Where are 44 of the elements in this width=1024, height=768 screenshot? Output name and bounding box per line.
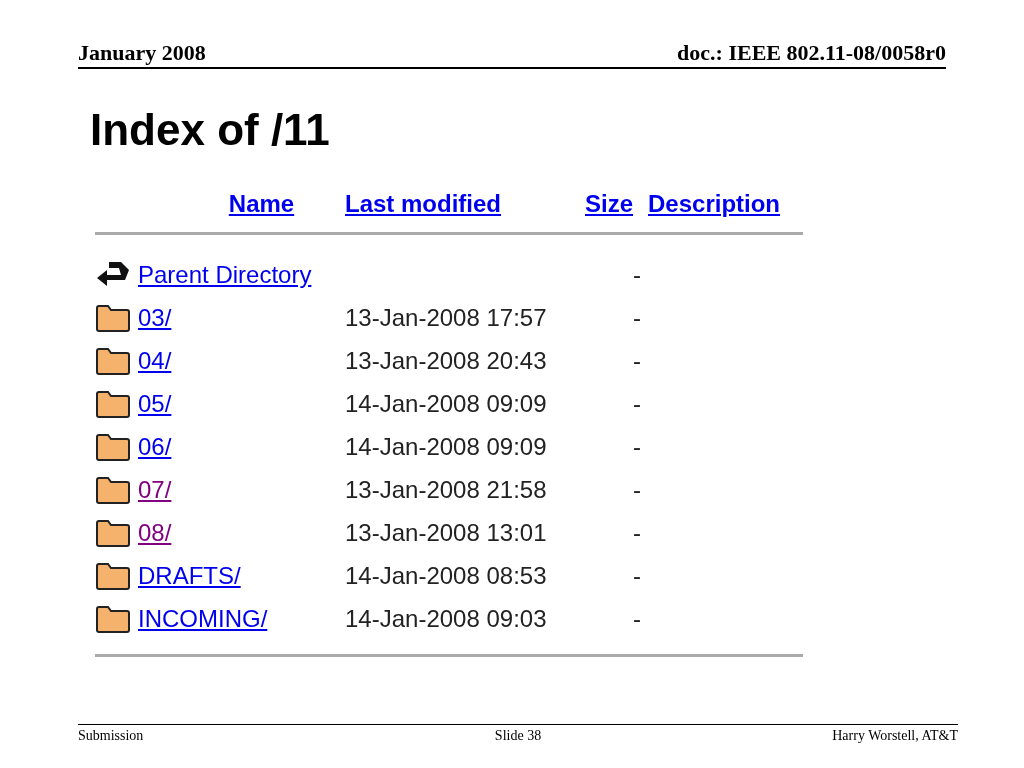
column-header-link[interactable]: Description [648,190,803,232]
modified-date: 14-Jan-2008 08:53 [345,561,547,590]
page-title: Index of /11 [90,104,331,156]
file-size: - [632,604,641,633]
footer-author: Harry Worstell, AT&T [832,728,958,744]
directory-link[interactable]: 08/ [138,518,172,547]
folder-icon [95,518,131,547]
footer-submission: Submission [78,728,145,744]
directory-link[interactable]: 06/ [138,432,172,461]
directory-link[interactable]: 03/ [138,303,172,332]
modified-date: 13-Jan-2008 13:01 [345,518,547,547]
folder-icon [95,432,131,461]
file-size: - [632,389,641,418]
modified-date: 13-Jan-2008 20:43 [345,346,547,375]
file-size: - [632,432,641,461]
document-number: doc.: IEEE 802.11-08/0058r0 [677,40,946,66]
folder-icon [95,389,131,418]
file-size: - [632,475,641,504]
directory-link[interactable]: DRAFTS/ [138,561,241,590]
folder-icon [95,303,131,332]
file-size: - [632,303,641,332]
column-header-link[interactable]: Name [188,190,295,232]
file-size: - [632,260,641,289]
file-size: - [632,561,641,590]
modified-date: 14-Jan-2008 09:09 [345,432,547,461]
directory-link[interactable]: Parent Directory [138,260,312,289]
folder-icon [95,604,131,633]
modified-date: 14-Jan-2008 09:03 [345,604,547,633]
modified-date: 13-Jan-2008 17:57 [345,303,547,332]
column-header-link[interactable]: Last modified [345,190,585,232]
slide-date: January 2008 [78,40,206,66]
modified-date: 13-Jan-2008 21:58 [345,475,547,504]
file-size: - [632,518,641,547]
directory-link[interactable]: 07/ [138,475,172,504]
folder-icon [95,346,131,375]
modified-date: 14-Jan-2008 09:09 [345,389,547,418]
directory-link[interactable]: 04/ [138,346,172,375]
file-size: - [632,346,641,375]
folder-icon [95,475,131,504]
folder-icon [95,561,131,590]
column-header-link[interactable]: Size [585,190,648,232]
directory-link[interactable]: INCOMING/ [138,604,268,633]
directory-link[interactable]: 05/ [138,389,172,418]
slide-number: Slide 38 [494,728,542,744]
